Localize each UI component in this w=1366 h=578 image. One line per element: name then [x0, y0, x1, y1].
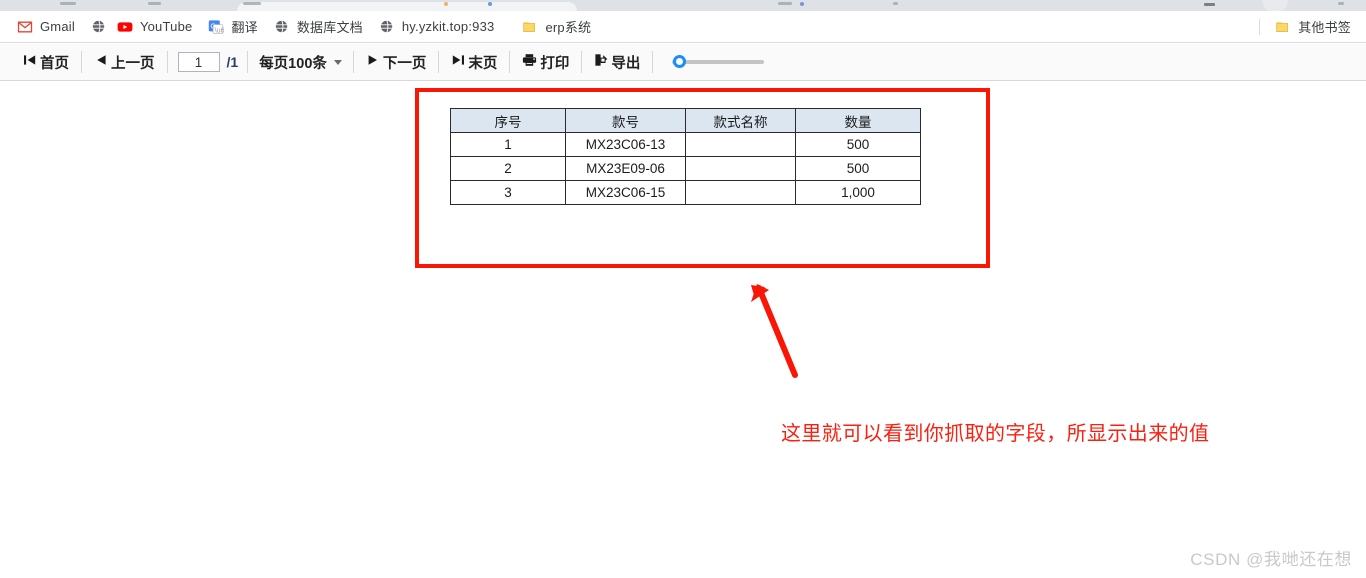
bookmark-erp-system[interactable]: erp系统 [515, 15, 598, 39]
cell-style-name [685, 132, 796, 157]
divider [509, 51, 511, 73]
globe-icon [379, 19, 395, 35]
browser-tabstrip [0, 0, 1366, 11]
cell-quantity: 1,000 [795, 180, 921, 205]
zoom-slider-track[interactable] [672, 60, 765, 64]
bookmarks-bar-right: 其他书签 [1259, 15, 1358, 39]
browser-tab-active[interactable] [237, 2, 577, 11]
divider [352, 51, 354, 73]
bookmark-label: erp系统 [545, 20, 592, 35]
bookmark-label: Gmail [40, 19, 75, 34]
zoom-slider[interactable] [664, 52, 768, 72]
page-size-select[interactable]: 每页100条 [251, 52, 350, 73]
last-page-label: 末页 [468, 55, 498, 72]
bookmarks-bar: Gmail YouTube G \u6587 [0, 11, 1366, 43]
annotation-arrow-icon [751, 284, 798, 378]
last-page-button[interactable]: 末页 [442, 49, 506, 75]
table-row: 2 MX23E09-06 500 [450, 156, 921, 181]
browser-tab-blip [893, 2, 898, 5]
gmail-icon [17, 19, 33, 35]
bookmark-label: hy.yzkit.top:933 [401, 19, 495, 34]
bookmark-translate[interactable]: G \u6587 翻译 [201, 15, 264, 39]
cell-quantity: 500 [795, 132, 921, 157]
cell-style-name [685, 180, 796, 205]
chevron-down-icon [333, 59, 342, 65]
report-data-table: 序号 款号 款式名称 数量 1 MX23C06-13 500 2 MX23E09… [450, 108, 921, 205]
export-button[interactable]: 导出 [585, 49, 649, 75]
cell-index: 3 [450, 180, 566, 205]
browser-tab-blip [148, 2, 161, 5]
divider [1259, 18, 1261, 35]
browser-tab-favicon [800, 2, 804, 6]
folder-icon [1275, 19, 1291, 35]
printer-icon [522, 53, 537, 71]
window-minimize-button[interactable] [1204, 3, 1215, 6]
browser-tab-blip [778, 2, 792, 5]
globe-icon [274, 19, 290, 35]
print-label: 打印 [540, 55, 570, 72]
other-bookmarks-label: 其他书签 [1298, 20, 1351, 35]
bookmark-label: YouTube [139, 19, 193, 34]
report-viewer-toolbar: 首页 上一页 1 /1 每页100条 下一页 末页 打印 导出 [0, 44, 1366, 81]
divider [438, 51, 440, 73]
divider [581, 51, 583, 73]
svg-text:\u6587: \u6587 [215, 25, 224, 34]
column-header-quantity: 数量 [795, 108, 921, 133]
globe-icon [91, 19, 107, 35]
divider [166, 51, 168, 73]
page-total-label: /1 [226, 54, 239, 70]
prev-page-icon [94, 53, 108, 71]
cell-style-code: MX23C06-15 [565, 180, 686, 205]
cell-quantity: 500 [795, 156, 921, 181]
browser-tab-favicon [488, 2, 492, 6]
next-page-label: 下一页 [382, 55, 427, 72]
first-page-icon [23, 53, 37, 71]
other-bookmarks-button[interactable]: 其他书签 [1268, 15, 1358, 39]
bookmark-youtube[interactable]: YouTube [110, 15, 200, 39]
print-button[interactable]: 打印 [513, 49, 578, 75]
bookmark-database-docs[interactable]: 数据库文档 [267, 15, 370, 39]
page-number-input[interactable]: 1 [177, 52, 220, 72]
last-page-icon [451, 53, 465, 71]
prev-page-button[interactable]: 上一页 [85, 49, 164, 75]
bookmark-hy-yzkit[interactable]: hy.yzkit.top:933 [372, 15, 502, 39]
table-row: 1 MX23C06-13 500 [450, 132, 921, 157]
divider [652, 51, 654, 73]
column-header-style-name: 款式名称 [685, 108, 796, 133]
export-icon [594, 53, 608, 71]
page-size-label: 每页100条 [259, 55, 327, 72]
bookmark-label: 翻译 [231, 20, 258, 35]
browser-tab-blip [60, 2, 76, 5]
column-header-style-code: 款号 [565, 108, 686, 133]
divider [247, 51, 249, 73]
cell-style-code: MX23E09-06 [565, 156, 686, 181]
cell-style-code: MX23C06-13 [565, 132, 686, 157]
window-close-button[interactable] [1338, 2, 1344, 5]
annotation-note-text: 这里就可以看到你抓取的字段，所显示出来的值 [781, 423, 1210, 445]
prev-page-label: 上一页 [111, 55, 155, 72]
zoom-slider-handle[interactable] [673, 55, 687, 68]
first-page-label: 首页 [40, 55, 69, 72]
translate-icon: G \u6587 [208, 19, 224, 35]
folder-icon [522, 19, 538, 35]
next-page-icon [366, 53, 380, 71]
youtube-icon [117, 19, 133, 35]
next-page-button[interactable]: 下一页 [357, 49, 436, 75]
table-row: 3 MX23C06-15 1,000 [450, 180, 921, 205]
browser-tab-blip [243, 2, 261, 5]
table-header-row: 序号 款号 款式名称 数量 [450, 108, 921, 133]
bookmark-label: 数据库文档 [296, 20, 363, 35]
column-header-index: 序号 [450, 108, 566, 133]
cell-style-name [685, 156, 796, 181]
first-page-button[interactable]: 首页 [14, 49, 78, 75]
cell-index: 1 [450, 132, 566, 157]
window-maximize-button[interactable] [1262, 0, 1288, 11]
csdn-watermark: CSDN @我哋还在想 [1190, 550, 1352, 569]
divider [81, 51, 82, 73]
report-canvas: 序号 款号 款式名称 数量 1 MX23C06-13 500 2 MX23E09… [0, 81, 1366, 578]
browser-tab-favicon [444, 2, 448, 6]
cell-index: 2 [450, 156, 566, 181]
bookmark-gmail[interactable]: Gmail [10, 15, 82, 39]
export-label: 导出 [611, 55, 641, 72]
